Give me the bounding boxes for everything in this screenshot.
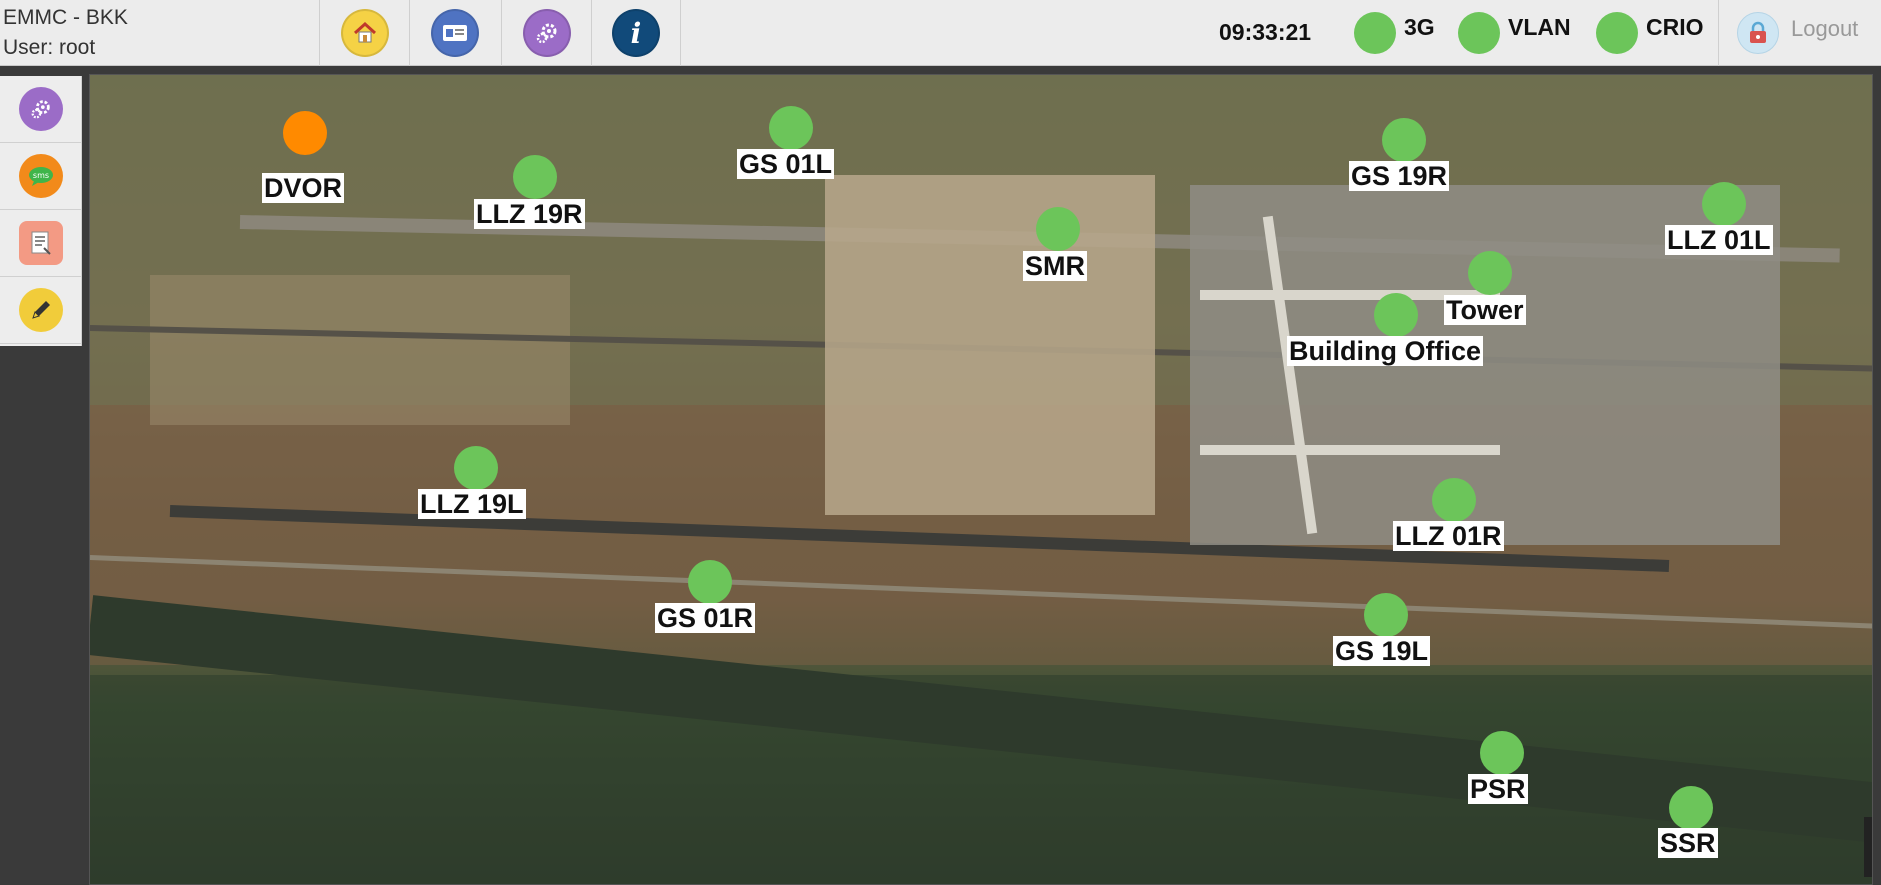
report-icon (18, 221, 63, 265)
pencil-icon (18, 288, 63, 332)
sidebar-item-settings[interactable] (0, 76, 81, 143)
gears-icon (18, 87, 63, 131)
station-label-gs-19l: GS 19L (1333, 636, 1431, 666)
station-label-llz-19r: LLZ 19R (474, 199, 585, 229)
map-apron-west (825, 175, 1155, 515)
top-bar: EMMC - BKK User: root i 09:33:21 3G VLAN… (0, 0, 1881, 66)
station-marker-llz-01l[interactable] (1702, 182, 1746, 226)
station-marker-llz-19r[interactable] (513, 155, 557, 199)
sidebar: sms (0, 76, 82, 346)
station-label-gs-01l: GS 01L (737, 149, 835, 179)
gears-icon (522, 9, 571, 57)
app-title: EMMC - BKK (3, 6, 128, 29)
sidebar-item-edit[interactable] (0, 277, 81, 344)
station-marker-building-office[interactable] (1374, 293, 1418, 337)
info-button[interactable]: i (591, 0, 681, 66)
station-label-building-office: Building Office (1287, 336, 1483, 366)
station-marker-smr[interactable] (1036, 207, 1080, 251)
station-marker-llz-01r[interactable] (1432, 478, 1476, 522)
station-marker-gs-01l[interactable] (769, 106, 813, 150)
station-label-llz-01r: LLZ 01R (1393, 521, 1504, 551)
station-label-ssr: SSR (1658, 828, 1718, 858)
station-label-psr: PSR (1468, 774, 1528, 804)
airport-map[interactable]: DVOR GS 01L LLZ 19R GS 19R LLZ 01L SMR T… (89, 74, 1873, 885)
status-vlan: VLAN (1458, 12, 1571, 54)
status-3g: 3G (1354, 12, 1435, 54)
status-vlan-label: VLAN (1508, 13, 1571, 40)
station-marker-gs-19l[interactable] (1364, 593, 1408, 637)
station-marker-llz-19l[interactable] (454, 446, 498, 490)
station-label-dvor: DVOR (262, 173, 345, 203)
map-construction-area (150, 275, 570, 425)
lock-icon (1737, 12, 1779, 54)
sidebar-item-sms[interactable]: sms (0, 143, 81, 210)
app-info: EMMC - BKK User: root (3, 3, 128, 63)
logout-label: Logout (1791, 16, 1859, 41)
settings-button[interactable] (501, 0, 591, 66)
status-crio: CRIO (1596, 12, 1704, 54)
home-button[interactable] (319, 0, 409, 66)
station-label-gs-01r: GS 01R (655, 603, 756, 633)
home-icon (340, 9, 389, 57)
sms-icon: sms (18, 154, 63, 198)
station-label-llz-01l: LLZ 01L (1665, 225, 1773, 255)
status-3g-indicator (1354, 12, 1396, 54)
station-marker-dvor[interactable] (283, 111, 327, 155)
status-3g-label: 3G (1404, 13, 1435, 40)
station-marker-gs-19r[interactable] (1382, 118, 1426, 162)
station-marker-tower[interactable] (1468, 251, 1512, 295)
status-crio-label: CRIO (1646, 13, 1704, 40)
clock: 09:33:21 (1219, 19, 1312, 45)
status-crio-indicator (1596, 12, 1638, 54)
station-marker-ssr[interactable] (1669, 786, 1713, 830)
id-card-button[interactable] (409, 0, 499, 66)
station-label-tower: Tower (1444, 295, 1526, 325)
info-icon: i (612, 9, 660, 57)
station-label-gs-19r: GS 19R (1349, 161, 1450, 191)
svg-text:sms: sms (32, 171, 48, 180)
sidebar-item-report[interactable] (0, 210, 81, 277)
station-label-smr: SMR (1023, 251, 1087, 281)
logout-button[interactable]: Logout (1718, 0, 1881, 66)
station-marker-gs-01r[interactable] (688, 560, 732, 604)
id-card-icon (430, 9, 479, 57)
status-vlan-indicator (1458, 12, 1500, 54)
station-marker-psr[interactable] (1480, 731, 1524, 775)
map-scrollbar[interactable] (1864, 817, 1872, 877)
station-label-llz-19l: LLZ 19L (418, 489, 526, 519)
user-line: User: root (3, 36, 96, 59)
terminal-concourse-south (1200, 445, 1500, 455)
